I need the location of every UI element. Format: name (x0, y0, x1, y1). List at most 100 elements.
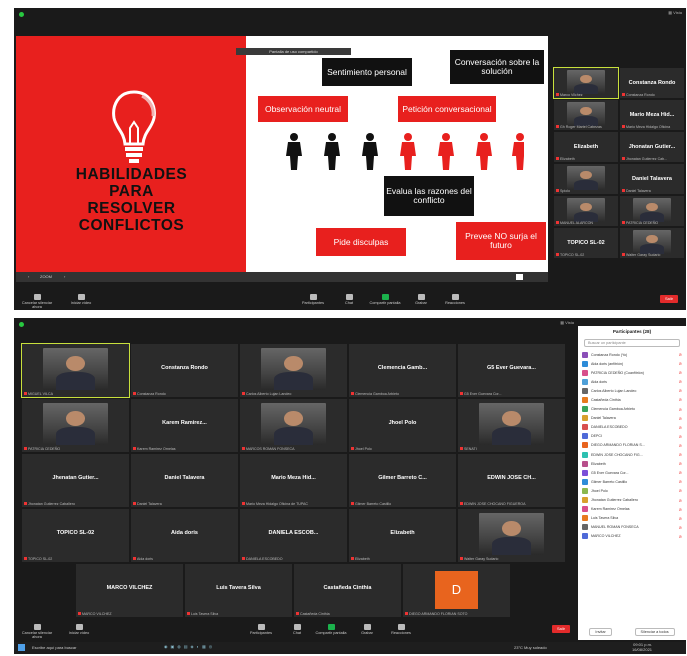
reactions-button[interactable]: Reacciones (438, 294, 472, 305)
participant-tile[interactable]: Carlos Alberto Lujan Landeo (240, 344, 347, 397)
participant-tile[interactable]: Clemencia Gamb... Clemencia Gamboa Arbiet… (349, 344, 456, 397)
present-icon[interactable] (516, 274, 523, 280)
security-indicator[interactable] (19, 12, 24, 17)
participant-tile[interactable]: Jhenatan Gutier... Jhonatan Gutierrez Cab… (22, 454, 129, 507)
clock[interactable]: 09:01 p.m. 16/08/2021 (632, 642, 652, 652)
participant-row[interactable]: Clemencia Gamboa Arbieto ⊘ (578, 405, 686, 414)
participant-row[interactable]: Castañeda Cinthia ⊘ (578, 395, 686, 404)
prev-slide-button[interactable]: ‹ (28, 274, 29, 279)
participant-label: Walter Garay Sudario (460, 557, 498, 561)
view-button[interactable]: ▦ Vista (668, 10, 682, 15)
participant-row[interactable]: PATRICIA CEDEÑO (Coanfitrión) ⊘ (578, 368, 686, 377)
participant-tile[interactable]: Daniel Talavera Daniel Talavera (620, 164, 684, 194)
participant-tile[interactable]: MIGUEL VILCA (21, 343, 130, 398)
share-screen-button[interactable]: Compartir pantalla (368, 294, 402, 305)
reactions-button[interactable]: Reacciones (384, 624, 418, 635)
chat-button[interactable]: Chat (280, 624, 314, 635)
participant-row[interactable]: MANUEL ROMAN FONSECA ⊘ (578, 523, 686, 532)
next-slide-button[interactable]: › (64, 274, 65, 279)
participants-button[interactable]: Participantes (244, 624, 278, 635)
participant-tile[interactable]: Spiolo (554, 164, 618, 194)
participant-row[interactable]: Jhoel Polo ⊘ (578, 486, 686, 495)
participant-row[interactable]: DIEGO ARMANDO FLORIAN S... ⊘ (578, 441, 686, 450)
participant-row[interactable]: Aida doris ⊘ (578, 377, 686, 386)
participant-tile[interactable]: Castañeda Cinthia Castañeda Cinthia (294, 564, 401, 617)
participant-row[interactable]: Constanza Rondo (Yo) ⊘ (578, 350, 686, 359)
view-button[interactable]: ▦ Vista (560, 320, 574, 325)
participant-tile[interactable]: MARCO VILCHEZ MARCO VILCHEZ (76, 564, 183, 617)
participant-row[interactable]: Gilmer Barreto Castillo ⊘ (578, 477, 686, 486)
taskbar-apps-icon[interactable]: ◉▣◍▤◈◐▦◎ (164, 644, 215, 649)
record-button[interactable]: Grabar (350, 624, 384, 635)
participant-tile[interactable]: PATRICIA CEDEÑO (22, 399, 129, 452)
unmute-button[interactable]: Cancelar silenciar ahora (20, 294, 54, 309)
participant-tile[interactable]: D DIEGO ARMANDO FLORIAN SOTO (403, 564, 510, 617)
participant-tile[interactable]: Mario Meza Hid... Mario Meza Hidalgo Ofic… (240, 454, 347, 507)
participant-label: Walter Garay Sudario (622, 253, 660, 257)
participant-label: SENATI (460, 447, 477, 451)
participant-tile[interactable]: Marco Vilchez (553, 67, 619, 99)
participant-row-name: Clemencia Gamboa Arbieto (591, 407, 635, 412)
participant-tile[interactable]: TOPICO SL-02 TOPICO SL-02 (554, 228, 618, 258)
participant-row[interactable]: Elizabeth ⊘ (578, 459, 686, 468)
box-conversacion: Conversación sobre la solución (450, 50, 544, 84)
taskbar-search[interactable]: Escribe aquí para buscar (32, 645, 76, 650)
video-button[interactable]: Iniciar vídeo (64, 294, 98, 305)
security-indicator[interactable] (19, 322, 24, 327)
participant-row[interactable]: Jhonatan Gutierrez Caballero ⊘ (578, 496, 686, 505)
invite-button[interactable]: Invitar (589, 628, 612, 636)
participant-tile[interactable]: Walter Garay Sudario (458, 509, 565, 562)
participant-row[interactable]: Luis Tavera Silva ⊘ (578, 514, 686, 523)
end-meeting-button[interactable]: Salir (552, 625, 570, 633)
participant-tile[interactable]: Mario Meza Hid... Mario Meza Hidalgo Ofic… (620, 100, 684, 130)
participant-row-name: Castañeda Cinthia (591, 398, 621, 403)
participant-row[interactable]: Daniel Talavera ⊘ (578, 414, 686, 423)
participant-tile[interactable]: Constanza Rondo Constanza Rondo (620, 68, 684, 98)
participant-tile[interactable]: EDWIN JOSE CH... EDWIN JOSE CHOCANO FIGUE… (458, 454, 565, 507)
share-screen-button[interactable]: Compartir pantalla (314, 624, 348, 635)
weather-indicator[interactable]: 23°C Muy soleado (514, 645, 547, 650)
participant-row[interactable]: MARCO VILCHEZ ⊘ (578, 532, 686, 541)
participant-row[interactable]: DANIELA ESCOBEDO ⊘ (578, 423, 686, 432)
participant-tile[interactable]: MARCOS ROMAN FONSECA (240, 399, 347, 452)
participant-tile[interactable]: Karem Ramirez... Karem Ramirez Ornelas (131, 399, 238, 452)
chat-button[interactable]: Chat (332, 294, 366, 305)
participant-tile[interactable]: PATRICIA CEDEÑO (620, 196, 684, 226)
participant-tile[interactable]: Gilmer Barreto C... Gilmer Barreto Castil… (349, 454, 456, 507)
participant-tile[interactable]: Constanza Rondo Constanza Rondo (131, 344, 238, 397)
participant-tile[interactable]: Gh Roger Martel Cabezas (554, 100, 618, 130)
participant-tile[interactable]: Aida doris Aida doris (131, 509, 238, 562)
participant-tile[interactable]: Elizabeth Elizabeth (349, 509, 456, 562)
participant-row[interactable]: Karem Ramirez Ornelas ⊘ (578, 505, 686, 514)
participant-row[interactable]: Carlos Alberto Lujan Landeo ⊘ (578, 386, 686, 395)
participants-button[interactable]: Participantes (296, 294, 330, 305)
person-body (56, 372, 95, 390)
participant-row[interactable]: G5 Ever Guevara Cor... ⊘ (578, 468, 686, 477)
participant-tile[interactable]: Luis Tavera Silva Luis Tavera Silva (185, 564, 292, 617)
participant-tile[interactable]: MANUEL ALARCON (554, 196, 618, 226)
participant-tile[interactable]: Elizabeth Elizabeth (554, 132, 618, 162)
participant-row[interactable]: EDWIN JOSE CHOCANO FIG... ⊘ (578, 450, 686, 459)
video-button[interactable]: Iniciar vídeo (62, 624, 96, 635)
participant-tile[interactable]: TOPICO SL-02 TOPICO SL-02 (22, 509, 129, 562)
participant-row[interactable]: DEPCI ⊘ (578, 432, 686, 441)
mute-all-button[interactable]: Silenciar a todos (634, 628, 675, 636)
title-line: PARA (109, 183, 154, 200)
chat-label: Chat (344, 301, 354, 305)
participant-tile[interactable]: G5 Ever Guevara... G5 Ever Guevara Cor... (458, 344, 565, 397)
sharing-banner[interactable]: Pantalla de uso compartido (236, 48, 351, 55)
participant-tile[interactable]: Jhonatan Gutier... Jhonatan Gutierrez Cab… (620, 132, 684, 162)
unmute-button[interactable]: Cancelar silenciar ahora (20, 624, 54, 639)
participants-label: Participantes (302, 301, 324, 305)
participant-row[interactable]: Aida doris (anfitrión) ⊘ (578, 359, 686, 368)
participant-tile[interactable]: DANIELA ESCOB... DANIELA ESCOBEDO (240, 509, 347, 562)
end-meeting-button[interactable]: Salir (660, 295, 678, 303)
participant-label: Mario Meza Hidalgo Oficina (622, 125, 670, 129)
participant-tile[interactable]: Walter Garay Sudario (620, 228, 684, 258)
windows-start-icon[interactable] (18, 644, 25, 651)
participant-search-input[interactable]: Buscar un participante (584, 339, 680, 347)
participant-tile[interactable]: Daniel Talavera Daniel Talavera (131, 454, 238, 507)
record-button[interactable]: Grabar (404, 294, 438, 305)
participant-tile[interactable]: SENATI (458, 399, 565, 452)
participant-tile[interactable]: Jhoel Polo Jhoel Polo (349, 399, 456, 452)
